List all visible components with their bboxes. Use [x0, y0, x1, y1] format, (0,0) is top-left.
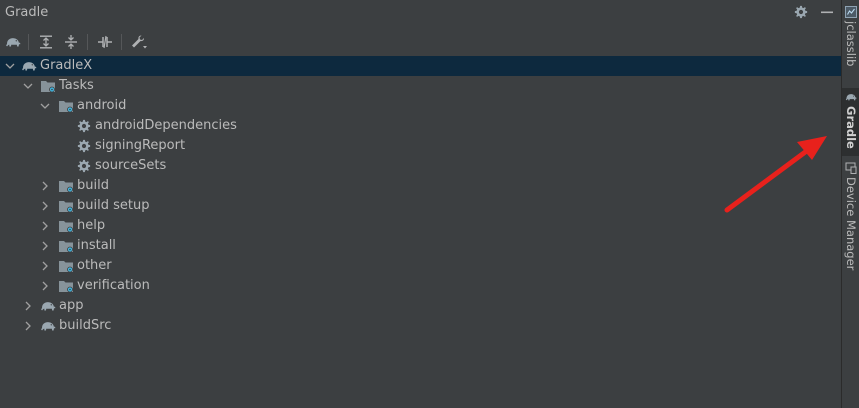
task-folder-icon	[58, 258, 74, 274]
header-actions	[793, 4, 835, 20]
tree-item-group[interactable]: help	[0, 216, 841, 236]
tree-item-module[interactable]: app	[0, 296, 841, 316]
tree-item-label: sourceSets	[95, 158, 167, 173]
tree-item-label: verification	[77, 278, 150, 293]
tree-item-label: install	[77, 238, 116, 253]
tree-item-module[interactable]: buildSrc	[0, 316, 841, 336]
jclasslib-icon	[845, 6, 857, 18]
tree-item-group[interactable]: build	[0, 176, 841, 196]
chevron-down-icon[interactable]	[4, 60, 16, 72]
chevron-right-icon[interactable]	[39, 280, 51, 292]
gear-icon	[76, 138, 92, 154]
toolbar-separator	[87, 34, 88, 50]
task-folder-icon	[58, 98, 74, 114]
chevron-right-icon[interactable]	[39, 220, 51, 232]
tree-item-label: GradleX	[40, 58, 93, 73]
tree-item-task[interactable]: sourceSets	[0, 156, 841, 176]
chevron-right-icon[interactable]	[39, 240, 51, 252]
gear-icon	[76, 158, 92, 174]
tree-item-group[interactable]: install	[0, 236, 841, 256]
tree-item-label: androidDependencies	[95, 118, 237, 133]
chevron-right-icon[interactable]	[22, 320, 34, 332]
task-folder-icon	[40, 78, 56, 94]
chevron-right-icon[interactable]	[22, 300, 34, 312]
gradle-elephant-icon	[40, 318, 56, 334]
tree-item-task[interactable]: androidDependencies	[0, 116, 841, 136]
tree-item-task[interactable]: signingReport	[0, 136, 841, 156]
tree-item-label: signingReport	[95, 138, 186, 153]
tree-item-android[interactable]: android	[0, 96, 841, 116]
tree-item-tasks[interactable]: Tasks	[0, 76, 841, 96]
side-tab-label: jclasslib	[844, 21, 858, 67]
collapse-all-icon[interactable]	[61, 32, 81, 52]
side-tab-label: Device Manager	[844, 177, 858, 271]
toolbar-separator	[28, 34, 29, 50]
task-folder-icon	[58, 218, 74, 234]
expand-all-icon[interactable]	[36, 32, 56, 52]
gradle-elephant-icon	[845, 91, 857, 103]
tree-item-label: other	[77, 258, 112, 273]
side-tab-jclasslib[interactable]: jclasslib	[842, 6, 859, 72]
tree-item-label: buildSrc	[59, 318, 112, 333]
toggle-offline-icon[interactable]	[95, 32, 115, 52]
toolbar-separator	[121, 34, 122, 50]
task-folder-icon	[58, 178, 74, 194]
gradle-project-tree: GradleX Tasks android androidDependencie…	[0, 56, 841, 408]
tree-item-label: android	[77, 98, 127, 113]
gradle-elephant-icon[interactable]	[3, 32, 23, 52]
chevron-right-icon[interactable]	[39, 200, 51, 212]
gradle-elephant-icon	[21, 58, 37, 74]
task-folder-icon	[58, 278, 74, 294]
chevron-right-icon[interactable]	[39, 260, 51, 272]
side-tab-device-manager[interactable]: Device Manager	[842, 162, 859, 271]
chevron-right-icon[interactable]	[39, 180, 51, 192]
device-manager-icon	[845, 162, 857, 174]
tree-item-group[interactable]: other	[0, 256, 841, 276]
chevron-down-icon[interactable]	[39, 100, 51, 112]
tree-item-label: Tasks	[59, 78, 94, 93]
task-folder-icon	[58, 198, 74, 214]
gradle-elephant-icon	[40, 298, 56, 314]
task-folder-icon	[58, 238, 74, 254]
gear-icon	[76, 118, 92, 134]
tree-item-group[interactable]: build setup	[0, 196, 841, 216]
right-tool-window-bar: jclasslib Gradle Device Manager	[841, 0, 859, 408]
side-tab-label: Gradle	[844, 106, 858, 149]
tool-window-header: Gradle	[0, 0, 841, 27]
tree-item-label: build	[77, 178, 109, 193]
tree-item-label: app	[59, 298, 84, 313]
tree-item-label: help	[77, 218, 106, 233]
tree-item-label: build setup	[77, 198, 150, 213]
gradle-tool-window: Gradle GradleX Tasks android androidDepe…	[0, 0, 841, 408]
side-tab-gradle[interactable]: Gradle	[842, 88, 859, 156]
gear-icon[interactable]	[793, 4, 809, 20]
tree-root-gradlex[interactable]: GradleX	[0, 56, 841, 76]
wrench-icon[interactable]	[129, 32, 149, 52]
tree-item-group[interactable]: verification	[0, 276, 841, 296]
chevron-down-icon[interactable]	[22, 80, 34, 92]
gradle-toolbar	[0, 28, 841, 55]
minimize-icon[interactable]	[819, 4, 835, 20]
tool-window-title: Gradle	[5, 5, 49, 20]
